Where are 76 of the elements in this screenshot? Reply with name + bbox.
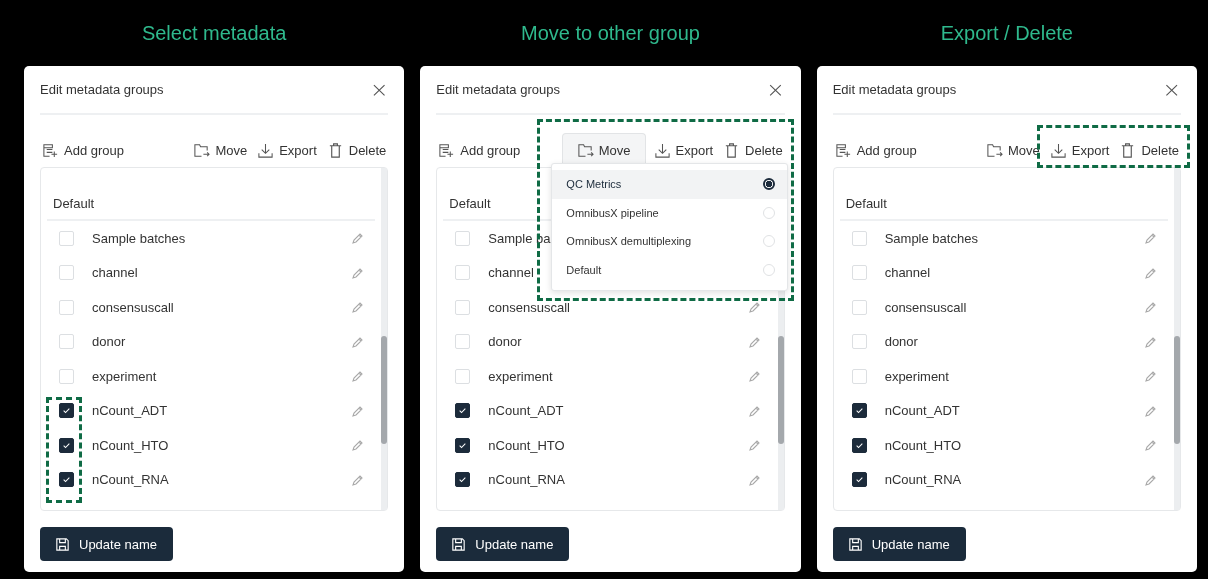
item-label: nCount_RNA <box>884 472 962 488</box>
item-label: consensuscall <box>92 299 174 315</box>
checkbox[interactable] <box>851 403 867 419</box>
item-label: channel <box>488 265 534 281</box>
save-icon <box>54 535 71 553</box>
checkbox[interactable] <box>455 403 471 419</box>
item-label: nCount_ADT <box>488 403 564 419</box>
list-add-icon <box>438 141 456 159</box>
item-label: experiment <box>884 368 949 384</box>
save-icon <box>846 535 864 553</box>
item-label: nCount_HTO <box>884 437 961 453</box>
pencil-icon[interactable] <box>747 300 762 315</box>
item-label: channel <box>92 265 138 281</box>
checkbox[interactable] <box>59 437 74 453</box>
export-button[interactable]: Export <box>651 133 716 167</box>
scrollbar[interactable] <box>381 168 388 510</box>
delete-button[interactable]: Delete <box>721 133 785 167</box>
section-heading: Export / Delete <box>939 21 1074 46</box>
close-button[interactable]: × <box>766 79 785 100</box>
item-label: donor <box>488 334 522 350</box>
download-icon <box>1049 141 1067 159</box>
checkbox[interactable] <box>59 472 74 488</box>
add-group-button[interactable]: Add group <box>436 133 523 167</box>
checkbox[interactable] <box>851 437 867 453</box>
item-label: Sample batches <box>884 230 978 246</box>
close-button[interactable]: × <box>1162 79 1181 100</box>
item-label: nCount_HTO <box>488 437 565 453</box>
export-button[interactable]: Export <box>255 133 319 167</box>
folder-arrow-icon <box>576 142 594 159</box>
item-label: experiment <box>488 368 553 384</box>
checkbox[interactable] <box>455 437 471 453</box>
item-label: nCount_ADT <box>884 403 960 419</box>
item-label: nCount_HTO <box>92 437 169 453</box>
export-button[interactable]: Export <box>1047 133 1112 167</box>
item-label: nCount_ADT <box>92 403 168 419</box>
save-icon <box>450 535 468 553</box>
add-group-button[interactable]: Add group <box>832 133 919 167</box>
dialog-title: Edit metadata groups <box>832 82 957 97</box>
list-add-icon <box>42 141 59 159</box>
item-label: nCount_RNA <box>488 472 565 488</box>
add-group-button[interactable]: Add group <box>40 133 126 167</box>
item-label: channel <box>884 265 931 281</box>
dialog-title: Edit metadata groups <box>40 82 164 97</box>
update-name-button[interactable]: Update name <box>436 527 570 561</box>
delete-button[interactable]: Delete <box>1117 133 1181 167</box>
radio-button[interactable] <box>763 178 776 191</box>
update-name-button[interactable]: Update name <box>40 527 174 561</box>
download-icon <box>653 141 671 159</box>
move-button[interactable]: Move <box>191 133 250 167</box>
section-heading: Select metadata <box>140 21 288 46</box>
download-icon <box>257 141 275 159</box>
checkbox[interactable] <box>455 472 471 488</box>
item-label: experiment <box>92 368 157 384</box>
move-button[interactable]: Move <box>984 133 1042 167</box>
item-label: nCount_RNA <box>92 472 169 488</box>
close-button[interactable]: × <box>369 79 389 100</box>
checkbox[interactable] <box>851 472 867 488</box>
folder-arrow-icon <box>193 141 211 159</box>
item-label: consensuscall <box>884 299 967 315</box>
menu-item[interactable]: OmnibusX demultiplexing <box>552 227 788 256</box>
section-heading: Move to other group <box>520 21 701 46</box>
dialog-title: Edit metadata groups <box>436 82 560 97</box>
folder-arrow-icon <box>986 141 1004 159</box>
update-name-button[interactable]: Update name <box>832 527 966 561</box>
menu-item[interactable]: QC Metrics <box>552 170 788 199</box>
group-header: Default <box>47 196 376 221</box>
scrollbar[interactable] <box>1174 168 1180 510</box>
item-label: Sample batches <box>92 230 186 246</box>
checkbox[interactable] <box>59 403 74 419</box>
delete-button[interactable]: Delete <box>324 133 389 167</box>
menu-item[interactable]: Default <box>552 255 788 284</box>
list-add-icon <box>834 141 852 159</box>
item-label: consensuscall <box>488 299 570 315</box>
item-label: donor <box>884 334 918 350</box>
item-label: donor <box>92 334 126 350</box>
group-header: Default <box>839 196 1168 221</box>
